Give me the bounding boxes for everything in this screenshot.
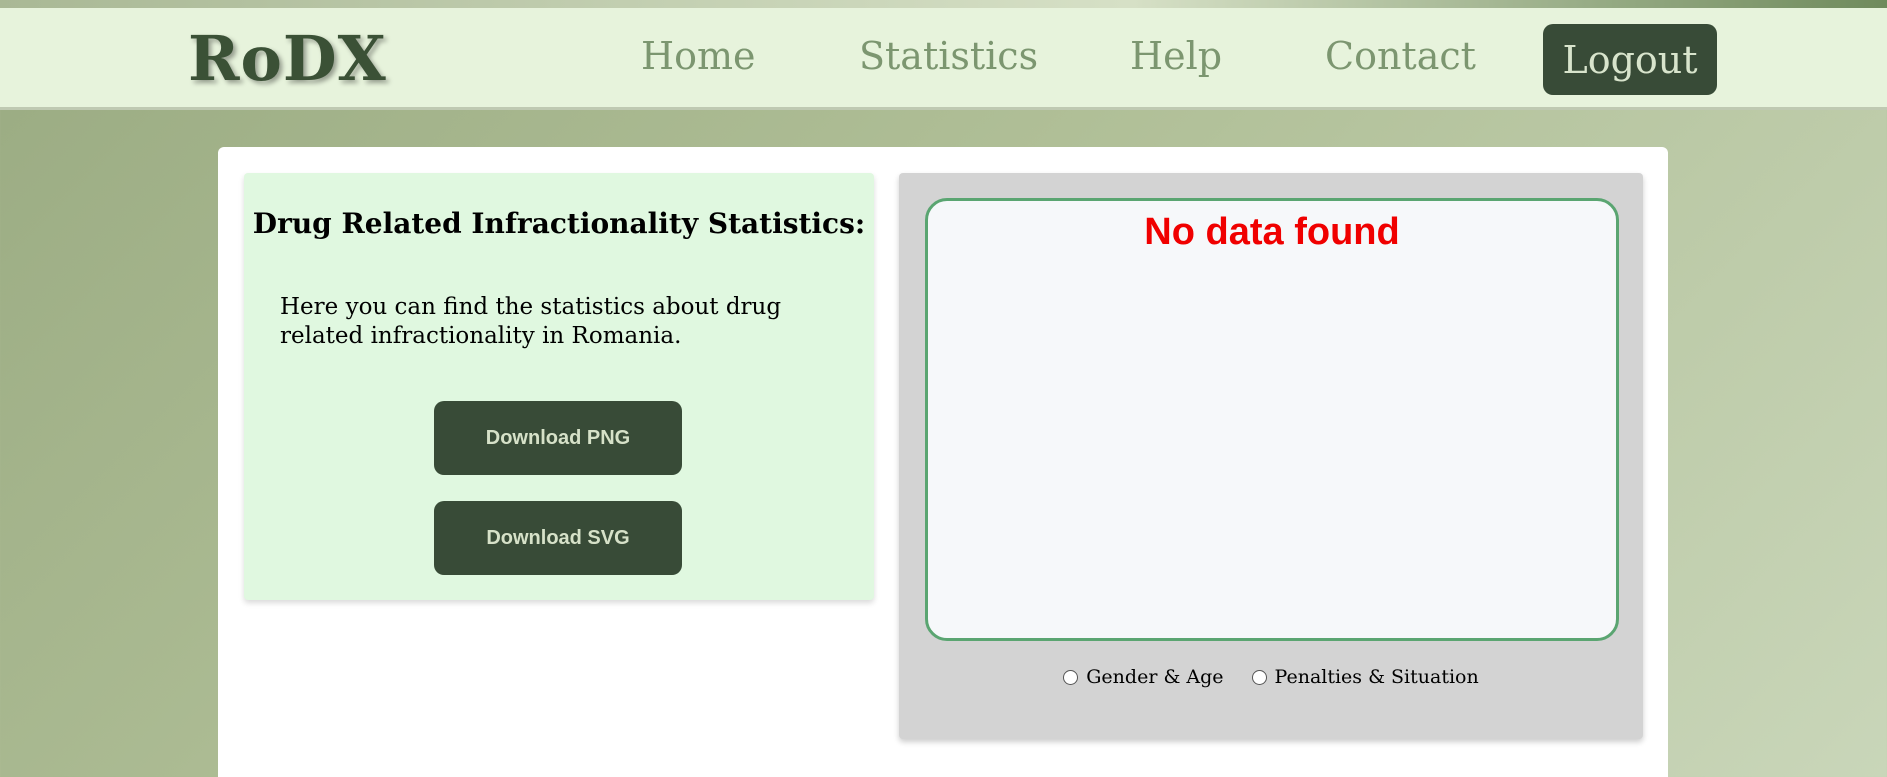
nav-home-link[interactable]: Home: [641, 34, 756, 78]
radio-option-penalties-situation[interactable]: Penalties & Situation: [1251, 666, 1479, 688]
nav-help-link[interactable]: Help: [1130, 34, 1222, 78]
radio-gender-age-label: Gender & Age: [1086, 666, 1224, 688]
radio-option-gender-age[interactable]: Gender & Age: [1063, 666, 1224, 688]
navbar: RoDX Home Statistics Help Contact Logout: [0, 8, 1887, 110]
nav-contact-link[interactable]: Contact: [1325, 34, 1476, 78]
no-data-message: No data found: [1144, 211, 1400, 253]
radio-penalties-situation-label: Penalties & Situation: [1274, 666, 1479, 688]
top-accent-strip: [0, 0, 1887, 8]
radio-penalties-situation[interactable]: [1251, 669, 1267, 685]
chart-container: No data found: [925, 198, 1619, 641]
download-png-button[interactable]: Download PNG: [434, 401, 682, 475]
nav-statistics-link[interactable]: Statistics: [859, 34, 1038, 78]
site-logo[interactable]: RoDX: [188, 22, 387, 95]
statistics-info-panel: Drug Related Infractionality Statistics:…: [244, 173, 874, 600]
radio-gender-age[interactable]: [1063, 669, 1079, 685]
page-description: Here you can find the statistics about d…: [280, 294, 782, 349]
chart-type-selector: Gender & Age Penalties & Situation: [899, 666, 1643, 688]
chart-panel: No data found Gender & Age Penalties & S…: [899, 173, 1643, 739]
page-title: Drug Related Infractionality Statistics:: [252, 207, 866, 240]
download-svg-button[interactable]: Download SVG: [434, 501, 682, 575]
logout-button[interactable]: Logout: [1543, 24, 1717, 95]
